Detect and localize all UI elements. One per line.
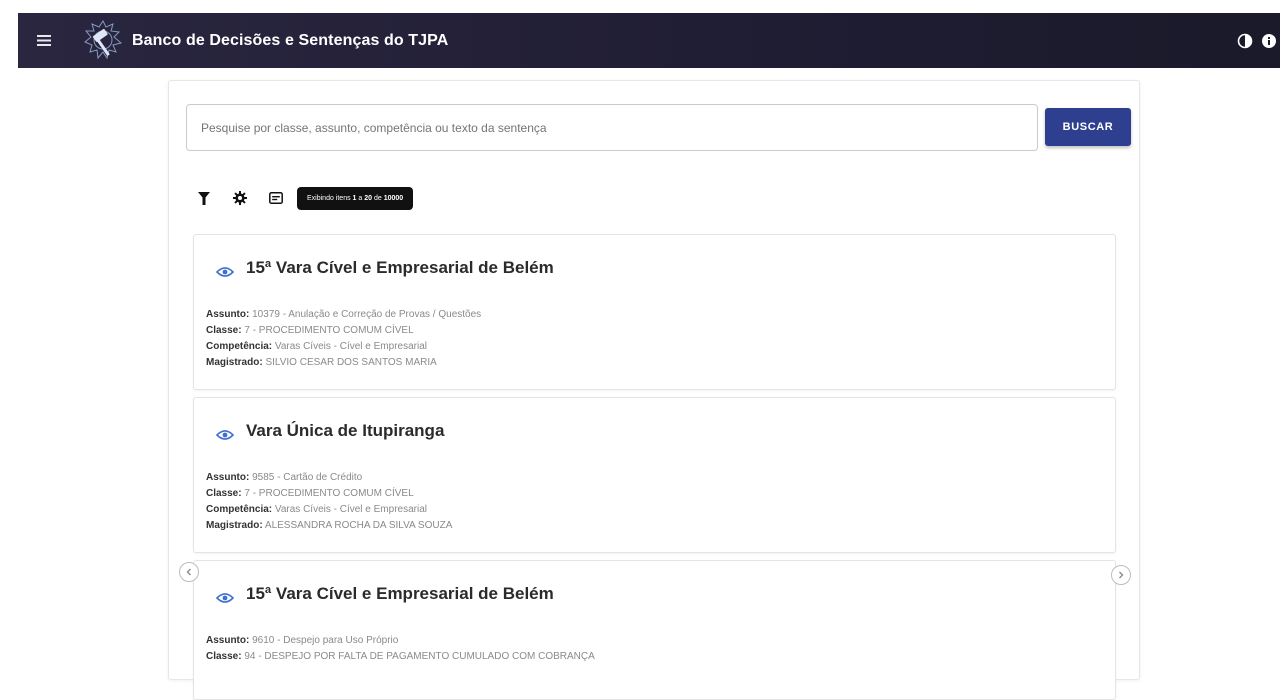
classe-label: Classe: (206, 488, 242, 499)
results-prefix: Exibindo itens (307, 194, 353, 202)
competencia-label: Competência: (206, 341, 273, 352)
assunto-value: 9585 - Cartão de Crédito (249, 472, 363, 483)
classe-line: Classe: 94 - DESPEJO POR FALTA DE PAGAME… (206, 649, 595, 665)
result-details: Assunto: 10379 - Anulação e Correção de … (206, 307, 481, 371)
classe-line: Classe: 7 - PROCEDIMENTO COMUM CÍVEL (206, 486, 452, 502)
info-icon[interactable] (1260, 32, 1278, 50)
competencia-line: Competência: Varas Cíveis - Cível e Empr… (206, 339, 481, 355)
assunto-value: 9610 - Despejo para Uso Próprio (249, 635, 399, 646)
prev-page-button[interactable] (179, 562, 199, 582)
result-details: Assunto: 9585 - Cartão de Crédito Classe… (206, 470, 452, 534)
classe-value: 7 - PROCEDIMENTO COMUM CÍVEL (241, 488, 414, 499)
result-details: Assunto: 9610 - Despejo para Uso Próprio… (206, 633, 595, 665)
magistrado-label: Magistrado: (206, 520, 263, 531)
filter-icon[interactable] (193, 187, 215, 209)
list-view-icon[interactable] (265, 187, 287, 209)
next-page-button[interactable] (1111, 565, 1131, 585)
results-toolbar: Exibindo itens 1 a 20 de 10000 (193, 186, 414, 210)
assunto-label: Assunto: (206, 635, 250, 646)
classe-label: Classe: (206, 325, 242, 336)
magistrado-line: Magistrado: ALESSANDRA ROCHA DA SILVA SO… (206, 518, 452, 534)
assunto-line: Assunto: 9585 - Cartão de Crédito (206, 470, 452, 486)
magistrado-value: ALESSANDRA ROCHA DA SILVA SOUZA (262, 520, 453, 531)
assunto-label: Assunto: (206, 309, 250, 320)
assunto-line: Assunto: 9610 - Despejo para Uso Próprio (206, 633, 595, 649)
app-header: Banco de Decisões e Sentenças do TJPA (18, 13, 1280, 68)
search-bar: BUSCAR (186, 104, 1131, 151)
classe-value: 94 - DESPEJO POR FALTA DE PAGAMENTO CUMU… (241, 651, 595, 662)
assunto-value: 10379 - Anulação e Correção de Provas / … (249, 309, 482, 320)
result-card: Vara Única de Itupiranga Assunto: 9585 -… (193, 397, 1116, 553)
result-card-header: 15ª Vara Cível e Empresarial de Belém (214, 253, 554, 283)
competencia-value: Varas Cíveis - Cível e Empresarial (272, 341, 427, 352)
scales-logo-icon[interactable] (80, 17, 126, 65)
eye-icon[interactable] (214, 261, 236, 283)
search-input[interactable] (186, 104, 1038, 151)
results-count-badge: Exibindo itens 1 a 20 de 10000 (297, 186, 414, 210)
results-of: de (372, 194, 384, 202)
magistrado-line: Magistrado: SILVIO CESAR DOS SANTOS MARI… (206, 355, 481, 371)
competencia-label: Competência: (206, 504, 273, 515)
magistrado-label: Magistrado: (206, 357, 263, 368)
court-title: 15ª Vara Cível e Empresarial de Belém (246, 584, 554, 603)
assunto-line: Assunto: 10379 - Anulação e Correção de … (206, 307, 481, 323)
result-card-header: Vara Única de Itupiranga (214, 416, 444, 446)
results-total: 10000 (383, 194, 404, 202)
header-actions (1236, 13, 1280, 68)
classe-line: Classe: 7 - PROCEDIMENTO COMUM CÍVEL (206, 323, 481, 339)
assunto-label: Assunto: (206, 472, 250, 483)
magistrado-value: SILVIO CESAR DOS SANTOS MARIA (262, 357, 437, 368)
result-card: 15ª Vara Cível e Empresarial de Belém As… (193, 560, 1116, 700)
court-title: 15ª Vara Cível e Empresarial de Belém (246, 258, 554, 277)
menu-icon[interactable] (24, 21, 64, 61)
contrast-icon[interactable] (1236, 32, 1254, 50)
classe-label: Classe: (206, 651, 242, 662)
page-margin (0, 0, 18, 661)
competencia-value: Varas Cíveis - Cível e Empresarial (272, 504, 427, 515)
result-card-header: 15ª Vara Cível e Empresarial de Belém (214, 579, 554, 609)
eye-icon[interactable] (214, 587, 236, 609)
app-title: Banco de Decisões e Sentenças do TJPA (132, 31, 449, 49)
classe-value: 7 - PROCEDIMENTO COMUM CÍVEL (241, 325, 414, 336)
settings-icon[interactable] (229, 187, 251, 209)
eye-icon[interactable] (214, 424, 236, 446)
search-button[interactable]: BUSCAR (1045, 108, 1131, 146)
court-title: Vara Única de Itupiranga (246, 421, 445, 440)
results-panel: BUSCAR (168, 80, 1140, 700)
result-card: 15ª Vara Cível e Empresarial de Belém As… (193, 234, 1116, 390)
competencia-line: Competência: Varas Cíveis - Cível e Empr… (206, 502, 452, 518)
chevron-left-icon (186, 568, 191, 576)
chevron-right-icon (1119, 571, 1124, 579)
results-to: 20 (364, 194, 373, 202)
